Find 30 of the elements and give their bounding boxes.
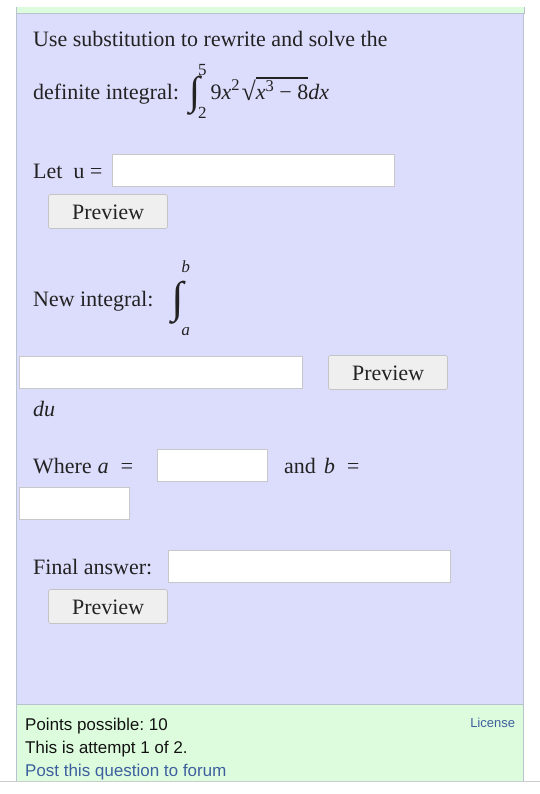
forum-link[interactable]: Post this question to forum [25,761,226,780]
preview-button[interactable]: Preview [48,194,168,229]
lower-limit: a [181,321,190,338]
radicand: x$^{3}$ − 8 [256,77,308,105]
field-label: Final answer: [33,553,152,581]
upper-limit: b [181,258,190,275]
math-text: 9x$^{2}$ [210,74,240,106]
answer-box[interactable] [112,154,396,186]
question-text: Use substitution to rewrite and solve the [33,25,388,53]
field-label: Where [33,452,92,480]
answer-box[interactable] [19,487,130,520]
field-label: Let u = [33,156,102,184]
answer-box[interactable] [19,356,303,389]
math-text: = [120,452,134,480]
points-text: Points possible: 10 [25,714,168,736]
attempt-text: This is attempt 1 of 2. [25,737,189,759]
answer-box[interactable] [168,550,452,583]
field-label: New integral: [33,284,154,313]
preview-button[interactable]: Preview [48,589,168,624]
math-text: a [98,452,109,480]
question-text: definite integral: [33,78,179,106]
math-text: du [33,395,56,423]
field-label: and [284,452,316,480]
answer-box[interactable] [157,449,268,482]
math-text: dx [308,78,329,106]
math-text: = [346,452,360,480]
license-link[interactable]: License [470,711,515,734]
math-text: b [324,452,335,480]
preview-button[interactable]: Preview [328,355,448,390]
radical-sign: √ [241,76,256,108]
